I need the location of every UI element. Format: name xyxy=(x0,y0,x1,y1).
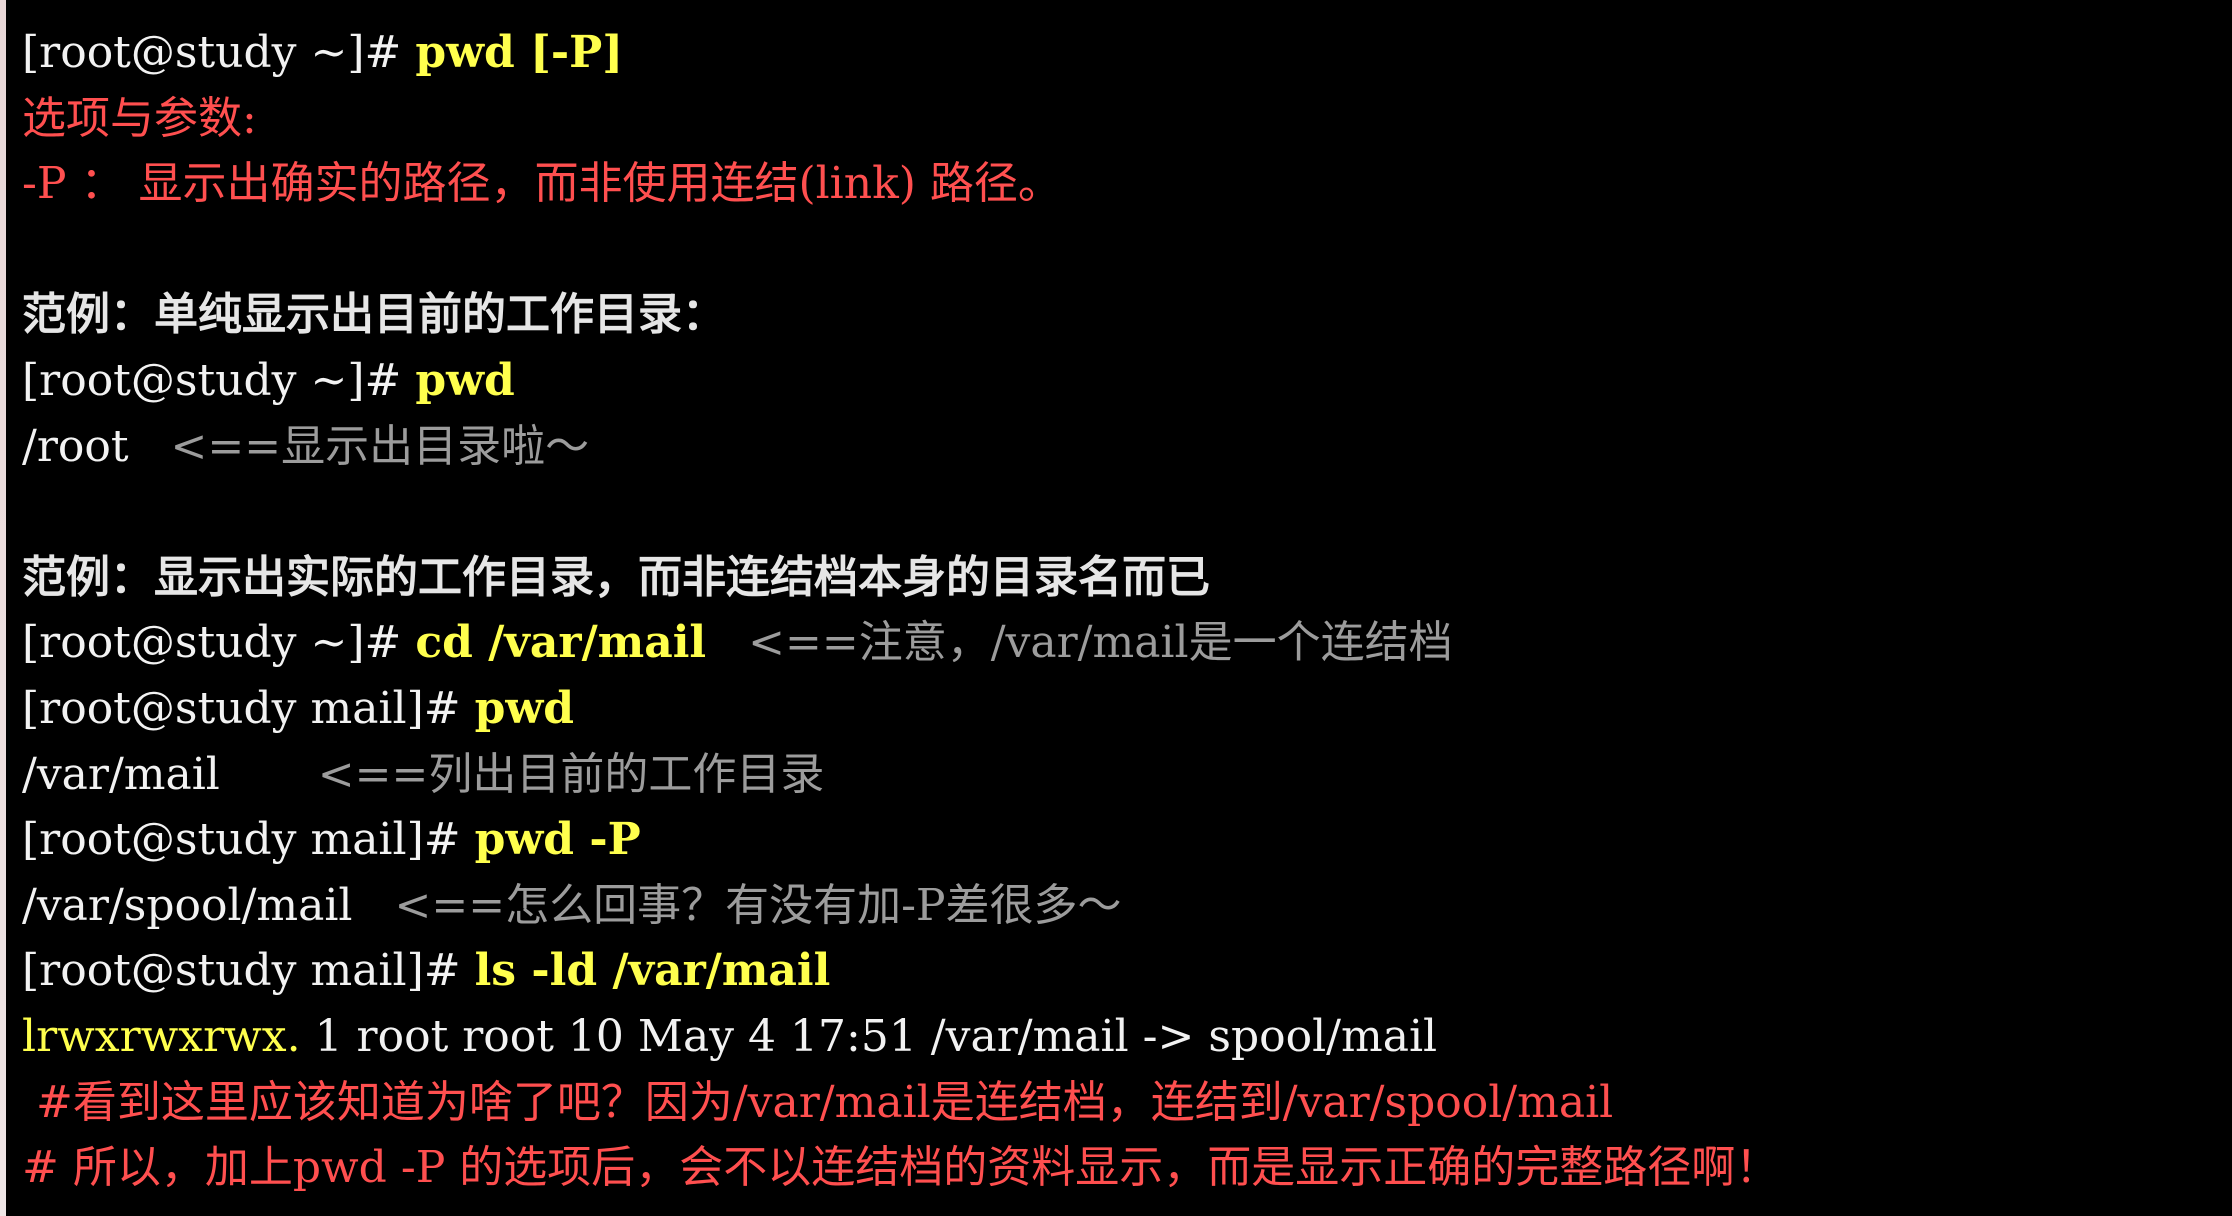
shell-prompt: [root@study mail]# xyxy=(22,682,475,734)
inline-comment: <==列出目前的工作目录 xyxy=(317,748,825,800)
prompt-line: [root@study mail]# pwd -P xyxy=(22,807,2232,873)
prompt-line: [root@study ~]# pwd xyxy=(22,348,2232,414)
prompt-line: [root@study ~]# pwd [-P] xyxy=(22,20,2232,86)
inline-comment: <==显示出目录啦～ xyxy=(170,420,590,472)
command-output: /var/mail xyxy=(22,748,220,800)
shell-prompt: [root@study ~]# xyxy=(22,354,416,406)
command-text: ls -ld /var/mail xyxy=(474,945,831,997)
output-line: /root <==显示出目录啦～ xyxy=(22,414,2232,480)
prompt-line: [root@study mail]# ls -ld /var/mail xyxy=(22,938,2232,1004)
shell-prompt: [root@study mail]# xyxy=(22,945,475,997)
output-line: /var/mail <==列出目前的工作目录 xyxy=(22,742,2232,808)
output-line: /var/spool/mail <==怎么回事？有没有加-P差很多～ xyxy=(22,873,2232,939)
ls-output-line: lrwxrwxrwx. 1 root root 10 May 4 17:51 /… xyxy=(22,1004,2232,1070)
example-heading: 范例：显示出实际的工作目录，而非连结档本身的目录名而已 xyxy=(22,551,1210,603)
options-heading: 选项与参数: xyxy=(22,92,257,144)
inline-comment: <==怎么回事？有没有加-P差很多～ xyxy=(394,879,1122,931)
example-heading: 范例：单纯显示出目前的工作目录： xyxy=(22,289,726,341)
option-description: -P ： 显示出确实的路径，而非使用连结(link) 路径。 xyxy=(22,158,1062,210)
prompt-line: [root@study mail]# pwd xyxy=(22,676,2232,742)
command-text: pwd xyxy=(415,354,515,406)
command-text: pwd -P xyxy=(474,814,641,866)
shell-prompt: [root@study ~]# xyxy=(22,617,416,669)
prompt-line: [root@study ~]# cd /var/mail <==注意，/var/… xyxy=(22,610,2232,676)
command-text: cd /var/mail xyxy=(415,617,707,669)
explanation-comment: # 所以，加上pwd -P 的选项后，会不以连结档的资料显示，而是显示正确的完整… xyxy=(22,1142,1780,1194)
explanation-comment: #看到这里应该知道为啥了吧？因为/var/mail是连结档，连结到/var/sp… xyxy=(22,1076,1614,1128)
shell-prompt: [root@study ~]# xyxy=(22,27,416,78)
command-text: pwd [-P] xyxy=(415,27,624,78)
terminal-window[interactable]: [root@study ~]# pwd [-P] 选项与参数: -P ： 显示出… xyxy=(0,0,2232,1216)
command-output: /root xyxy=(22,420,129,472)
shell-prompt: [root@study mail]# xyxy=(22,814,475,866)
command-output: /var/spool/mail xyxy=(22,879,353,931)
permission-string: lrwxrwxrwx. xyxy=(22,1010,301,1062)
command-text: pwd xyxy=(474,682,575,734)
inline-comment: <==注意，/var/mail是一个连结档 xyxy=(748,617,1453,669)
ls-output-details: 1 root root 10 May 4 17:51 /var/mail -> … xyxy=(300,1010,1438,1062)
